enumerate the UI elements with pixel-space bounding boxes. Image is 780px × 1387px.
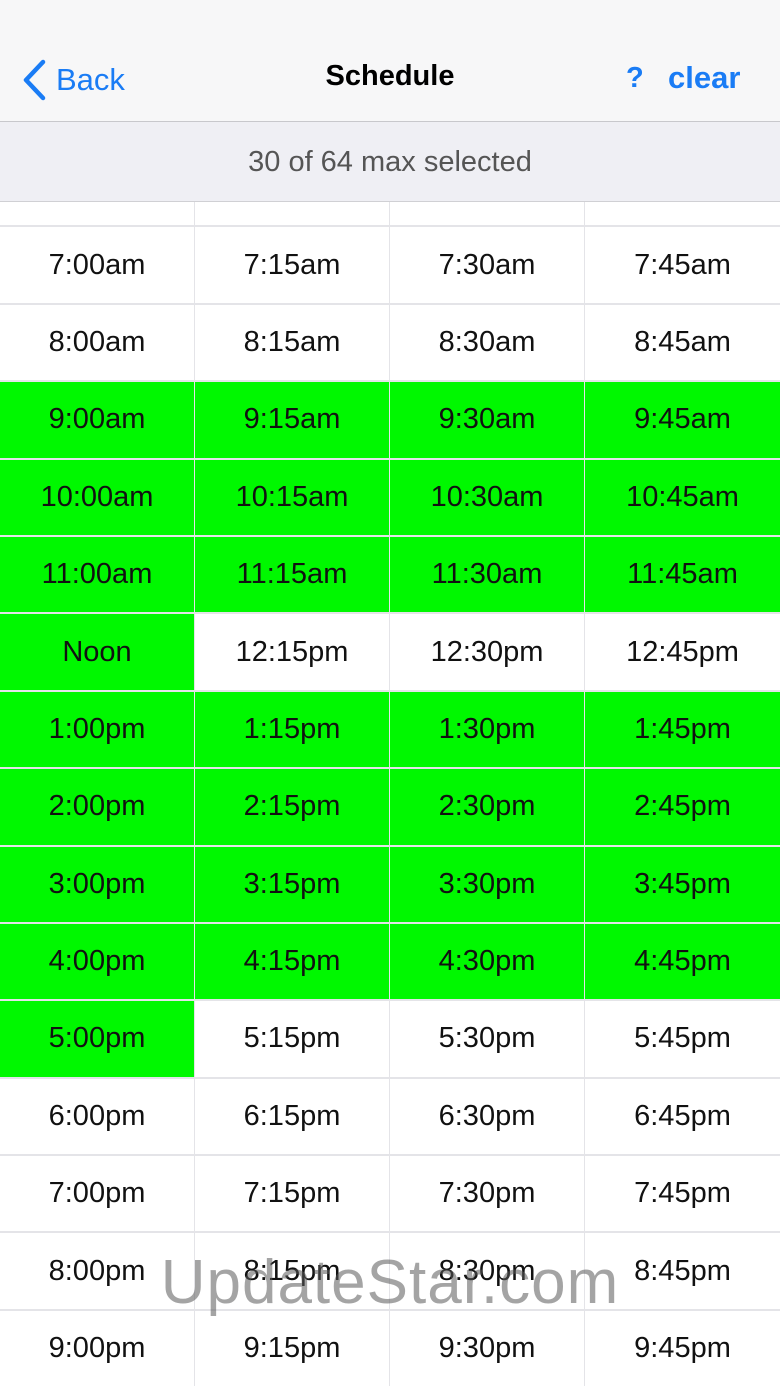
time-slot-cell[interactable]: 7:30am bbox=[390, 227, 584, 303]
time-slot-cell[interactable]: 9:15am bbox=[195, 382, 389, 458]
time-slot-cell[interactable]: 7:15am bbox=[195, 227, 389, 303]
time-slot-cell[interactable]: 4:45pm bbox=[585, 923, 780, 1000]
time-slot-cell[interactable] bbox=[195, 202, 389, 226]
time-slot-cell[interactable]: 1:45pm bbox=[585, 691, 780, 768]
time-slot-cell[interactable]: 9:00am bbox=[0, 382, 194, 458]
time-slot-cell[interactable]: 7:30pm bbox=[390, 1156, 584, 1232]
time-slot-cell[interactable]: 12:45pm bbox=[585, 614, 780, 690]
time-slot-cell[interactable]: 12:30pm bbox=[390, 614, 584, 690]
back-label: Back bbox=[56, 62, 125, 97]
time-slot-cell[interactable]: 5:30pm bbox=[390, 1001, 584, 1077]
back-button[interactable]: Back bbox=[22, 58, 125, 102]
schedule-grid-viewport[interactable]: 7:00am 7:15am 7:30am 7:45am 8:00am 8:15am 8:30… bbox=[0, 202, 780, 1387]
time-slot-cell[interactable]: 5:00pm bbox=[0, 1001, 194, 1077]
time-slot-cell[interactable]: 1:15pm bbox=[195, 691, 389, 768]
time-slot-cell[interactable]: 9:45am bbox=[585, 382, 780, 458]
time-slot-cell[interactable]: 9:00pm bbox=[0, 1310, 194, 1387]
chevron-left-icon bbox=[22, 59, 46, 101]
time-slot-cell[interactable]: 4:00pm bbox=[0, 923, 194, 1000]
help-button[interactable]: ? bbox=[626, 62, 644, 95]
time-slot-cell[interactable] bbox=[0, 202, 194, 226]
time-slot-cell[interactable]: 1:30pm bbox=[390, 691, 584, 768]
schedule-grid: 7:00am 7:15am 7:30am 7:45am 8:00am 8:15am 8:30… bbox=[0, 202, 780, 1387]
time-slot-cell[interactable]: 7:00pm bbox=[0, 1156, 194, 1232]
time-slot-cell[interactable]: 2:30pm bbox=[390, 769, 584, 845]
time-slot-cell[interactable]: 8:00pm bbox=[0, 1233, 194, 1309]
time-slot-cell[interactable]: 8:15pm bbox=[195, 1233, 389, 1309]
time-slot-cell[interactable]: 8:30pm bbox=[390, 1233, 584, 1309]
time-slot-cell[interactable]: 7:45pm bbox=[585, 1156, 780, 1232]
time-slot-cell[interactable]: 9:30am bbox=[390, 382, 584, 458]
time-slot-cell[interactable]: 10:30am bbox=[390, 459, 584, 535]
time-slot-cell[interactable]: 8:00am bbox=[0, 304, 194, 381]
time-slot-cell[interactable]: 8:45pm bbox=[585, 1233, 780, 1309]
time-slot-cell[interactable]: 8:30am bbox=[390, 304, 584, 381]
time-slot-cell[interactable]: 7:00am bbox=[0, 227, 194, 303]
time-slot-cell[interactable]: 9:30pm bbox=[390, 1310, 584, 1387]
time-slot-cell[interactable]: 9:45pm bbox=[585, 1310, 780, 1387]
time-slot-cell[interactable]: 2:15pm bbox=[195, 769, 389, 845]
time-slot-cell[interactable]: 1:00pm bbox=[0, 691, 194, 768]
time-slot-cell[interactable]: 11:00am bbox=[0, 536, 194, 613]
time-slot-cell[interactable]: 7:45am bbox=[585, 227, 780, 303]
time-slot-cell[interactable]: Noon bbox=[0, 614, 194, 690]
time-slot-cell[interactable]: 3:00pm bbox=[0, 846, 194, 922]
time-slot-cell[interactable]: 4:30pm bbox=[390, 923, 584, 1000]
time-slot-cell[interactable]: 10:00am bbox=[0, 459, 194, 535]
time-slot-cell[interactable]: 8:15am bbox=[195, 304, 389, 381]
time-slot-cell[interactable]: 2:45pm bbox=[585, 769, 780, 845]
time-slot-cell[interactable]: 6:45pm bbox=[585, 1078, 780, 1155]
time-slot-cell[interactable]: 10:45am bbox=[585, 459, 780, 535]
clear-button[interactable]: clear bbox=[668, 60, 740, 96]
time-slot-cell[interactable]: 7:15pm bbox=[195, 1156, 389, 1232]
time-slot-cell[interactable]: 6:30pm bbox=[390, 1078, 584, 1155]
time-slot-cell[interactable]: 6:00pm bbox=[0, 1078, 194, 1155]
time-slot-cell[interactable]: 9:15pm bbox=[195, 1310, 389, 1387]
time-slot-cell[interactable]: 5:45pm bbox=[585, 1001, 780, 1077]
time-slot-cell[interactable]: 11:15am bbox=[195, 536, 389, 613]
time-slot-cell[interactable]: 3:30pm bbox=[390, 846, 584, 922]
time-slot-cell[interactable]: 4:15pm bbox=[195, 923, 389, 1000]
time-slot-cell[interactable]: 2:00pm bbox=[0, 769, 194, 845]
time-slot-cell[interactable] bbox=[390, 202, 584, 226]
navigation-bar: Back Schedule ? clear bbox=[0, 0, 780, 121]
time-slot-cell[interactable] bbox=[585, 202, 780, 226]
time-slot-cell[interactable]: 8:45am bbox=[585, 304, 780, 381]
time-slot-cell[interactable]: 3:45pm bbox=[585, 846, 780, 922]
time-slot-cell[interactable]: 12:15pm bbox=[195, 614, 389, 690]
time-slot-cell[interactable]: 10:15am bbox=[195, 459, 389, 535]
time-slot-cell[interactable]: 3:15pm bbox=[195, 846, 389, 922]
time-slot-cell[interactable]: 11:45am bbox=[585, 536, 780, 613]
selection-count-text: 30 of 64 max selected bbox=[248, 146, 532, 178]
time-slot-cell[interactable]: 5:15pm bbox=[195, 1001, 389, 1077]
time-slot-cell[interactable]: 6:15pm bbox=[195, 1078, 389, 1155]
time-slot-cell[interactable]: 11:30am bbox=[390, 536, 584, 613]
selection-status-bar: 30 of 64 max selected bbox=[0, 121, 780, 202]
